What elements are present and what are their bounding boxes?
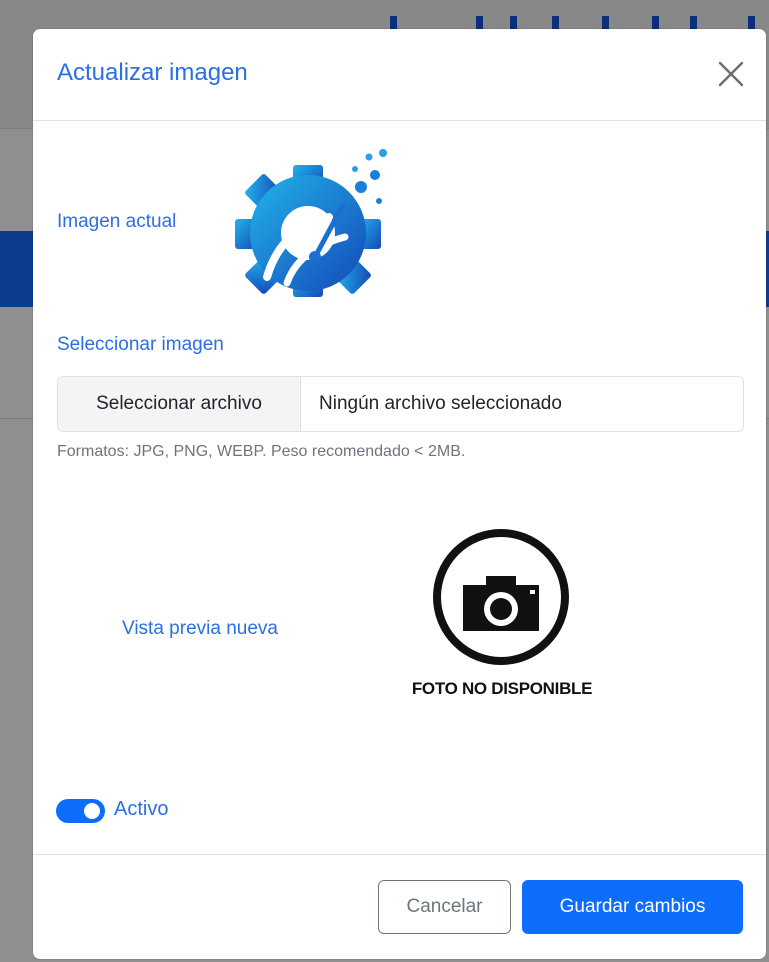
save-changes-button[interactable]: Guardar cambios: [522, 880, 743, 934]
backdrop-header-bars: [390, 16, 769, 30]
modal-footer: Cancelar Guardar cambios: [33, 854, 766, 959]
toggle-knob: [84, 803, 100, 819]
cancel-button[interactable]: Cancelar: [378, 880, 511, 934]
new-preview-label: Vista previa nueva: [122, 618, 278, 639]
file-status-text: Ningún archivo seleccionado: [319, 393, 562, 414]
select-image-label: Seleccionar imagen: [57, 334, 224, 355]
gear-logo-icon: [235, 149, 387, 297]
choose-file-button[interactable]: Seleccionar archivo: [58, 377, 301, 431]
camera-icon: [433, 529, 569, 665]
active-toggle[interactable]: [56, 799, 105, 823]
modal-title: Actualizar imagen: [57, 59, 248, 86]
format-help-text: Formatos: JPG, PNG, WEBP. Peso recomenda…: [57, 443, 466, 460]
update-image-modal: Actualizar imagen Imagen actual Seleccio…: [33, 29, 766, 959]
close-icon: [718, 61, 744, 87]
close-button[interactable]: [716, 59, 746, 89]
no-photo-caption: FOTO NO DISPONIBLE: [411, 679, 593, 698]
modal-header: Actualizar imagen: [33, 29, 766, 121]
file-input[interactable]: Seleccionar archivo Ningún archivo selec…: [57, 376, 744, 432]
active-toggle-label[interactable]: Activo: [114, 798, 168, 821]
current-image-label: Imagen actual: [57, 211, 177, 232]
